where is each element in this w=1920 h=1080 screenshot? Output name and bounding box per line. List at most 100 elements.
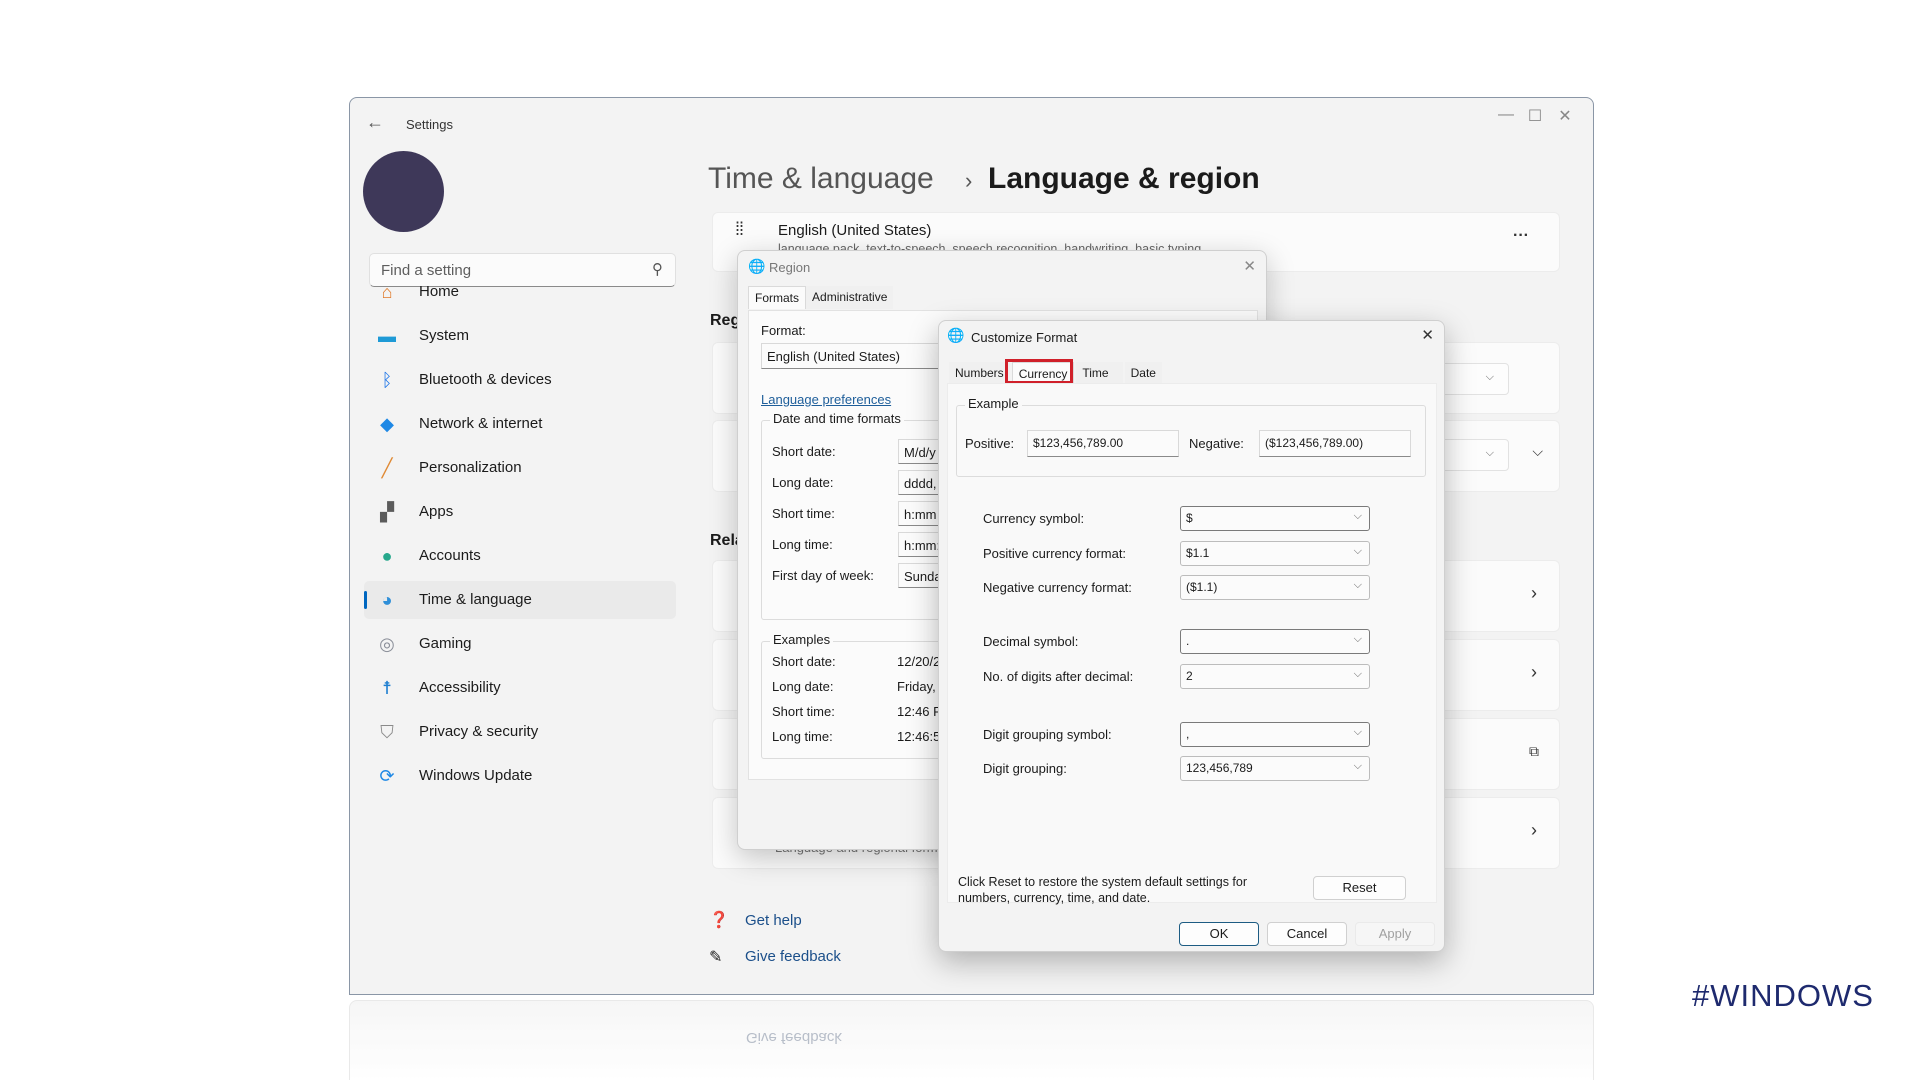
account-icon: ●: [381, 545, 393, 566]
currency-setting-label: No. of digits after decimal:: [983, 669, 1134, 684]
dropdown-value: $: [1186, 511, 1193, 525]
brand-tag: #WINDOWS: [1692, 978, 1874, 1013]
currency-setting-label: Negative currency format:: [983, 580, 1132, 595]
sidebar-item-accounts[interactable]: ● Accounts: [364, 537, 676, 575]
sidebar-item-label: Accounts: [419, 547, 481, 564]
currency-setting-label: Positive currency format:: [983, 546, 1127, 561]
sidebar-item-home[interactable]: ⌂ Home: [364, 273, 676, 311]
region-tabs: Formats Administrative: [748, 286, 894, 309]
currency-setting-dropdown[interactable]: 123,456,789 ⌵: [1180, 756, 1370, 781]
language-preferences-link[interactable]: Language preferences: [761, 392, 891, 407]
tab-date[interactable]: Date: [1124, 362, 1162, 385]
more-options-icon[interactable]: ···: [1513, 227, 1529, 245]
example-row-label: Short time:: [772, 704, 835, 719]
expand-chevron-icon[interactable]: ⌵: [1532, 443, 1543, 460]
example-row-label: Long time:: [772, 729, 833, 744]
currency-setting-dropdown[interactable]: 2 ⌵: [1180, 664, 1370, 689]
close-icon[interactable]: ✕: [1243, 257, 1256, 275]
currency-setting-label: Currency symbol:: [983, 511, 1085, 526]
apply-button[interactable]: Apply: [1355, 922, 1435, 946]
chevron-right-icon: ›: [1531, 662, 1537, 682]
gamepad-icon: ◎: [379, 633, 395, 654]
brush-icon: ╱: [381, 457, 393, 478]
sidebar-item-gaming[interactable]: ◎ Gaming: [364, 625, 676, 663]
format-row-label: First day of week:: [772, 568, 874, 583]
customize-dialog-title: Customize Format: [971, 330, 1078, 345]
avatar[interactable]: [363, 151, 444, 232]
sidebar-item-label: Windows Update: [419, 767, 533, 784]
currency-setting-dropdown[interactable]: $1.1 ⌵: [1180, 541, 1370, 566]
currency-panel: Example Positive: $123,456,789.00 Negati…: [947, 383, 1437, 905]
shield-icon: ⛉: [380, 721, 394, 742]
sidebar-item-bluetooth-devices[interactable]: ᛒ Bluetooth & devices: [364, 361, 676, 399]
sidebar-item-label: Bluetooth & devices: [419, 371, 552, 388]
chevron-right-icon: ›: [1531, 583, 1537, 603]
chevron-down-icon: ⌵: [1485, 447, 1494, 459]
feedback-icon: ✎: [709, 949, 723, 966]
currency-setting-label: Decimal symbol:: [983, 634, 1079, 649]
window-reflection: Give feedback: [349, 1000, 1594, 1080]
wifi-icon: ◆: [380, 413, 394, 434]
currency-setting-dropdown[interactable]: , ⌵: [1180, 722, 1370, 747]
currency-setting-dropdown[interactable]: ($1.1) ⌵: [1180, 575, 1370, 600]
tab-time[interactable]: Time: [1076, 362, 1123, 385]
negative-label: Negative:: [1189, 436, 1244, 451]
example-row-value: 12:46:5: [897, 729, 941, 744]
sidebar-item-system[interactable]: ▬ System: [364, 317, 676, 355]
reset-note: Click Reset to restore the system defaul…: [958, 875, 1248, 905]
dropdown-value: 2: [1186, 669, 1193, 683]
give-feedback-link[interactable]: Give feedback: [745, 948, 841, 965]
currency-setting-label: Digit grouping symbol:: [983, 727, 1112, 742]
example-row-value: 12/20/2: [897, 654, 941, 669]
drag-handle-icon[interactable]: ⁞⁞: [735, 220, 744, 238]
sidebar-item-time-language[interactable]: ◕ Time & language: [364, 581, 676, 619]
format-row-label: Short time:: [772, 506, 835, 521]
currency-setting-dropdown[interactable]: . ⌵: [1180, 629, 1370, 654]
example-row-value: Friday,: [897, 679, 936, 694]
sidebar-item-label: Network & internet: [419, 415, 543, 432]
example-row-value: 12:46 P: [897, 704, 942, 719]
sidebar-item-privacy-security[interactable]: ⛉ Privacy & security: [364, 713, 676, 751]
sidebar-item-label: Home: [419, 283, 460, 300]
sidebar-item-network-internet[interactable]: ◆ Network & internet: [364, 405, 676, 443]
chevron-down-icon: ⌵: [1353, 510, 1362, 522]
sidebar-item-label: Personalization: [419, 459, 522, 476]
positive-label: Positive:: [965, 436, 1015, 451]
dropdown-value: $1.1: [1186, 546, 1210, 560]
chevron-down-icon: ⌵: [1353, 633, 1362, 645]
sidebar-item-windows-update[interactable]: ⟳ Windows Update: [364, 757, 676, 795]
get-help-link[interactable]: Get help: [745, 912, 802, 929]
back-arrow-icon[interactable]: ←: [366, 112, 384, 133]
sidebar-item-personalization[interactable]: ╱ Personalization: [364, 449, 676, 487]
chevron-down-icon: ⌵: [1353, 668, 1362, 680]
format-row-label: Short date:: [772, 444, 836, 459]
sidebar-item-accessibility[interactable]: ☨ Accessibility: [364, 669, 676, 707]
close-button[interactable]: ✕: [1545, 106, 1585, 126]
cancel-button[interactable]: Cancel: [1267, 922, 1347, 946]
sidebar-item-label: Apps: [419, 503, 454, 520]
dropdown-value: 123,456,789: [1186, 761, 1253, 775]
dropdown-value: ($1.1): [1186, 580, 1218, 594]
tab-administrative[interactable]: Administrative: [806, 286, 894, 309]
currency-tab-highlight: [1005, 359, 1073, 384]
sidebar-item-apps[interactable]: ▞ Apps: [364, 493, 676, 531]
close-icon[interactable]: ✕: [1421, 326, 1434, 344]
ok-button[interactable]: OK: [1179, 922, 1259, 946]
sidebar-item-label: Gaming: [419, 635, 472, 652]
chevron-down-icon: ⌵: [1353, 579, 1362, 591]
chevron-down-icon: ⌵: [1353, 726, 1362, 738]
currency-setting-dropdown[interactable]: $ ⌵: [1180, 506, 1370, 531]
reset-button[interactable]: Reset: [1313, 876, 1406, 900]
tab-formats[interactable]: Formats: [748, 286, 807, 309]
breadcrumb-parent[interactable]: Time & language: [708, 162, 934, 196]
dropdown-value: ,: [1186, 727, 1190, 741]
format-select[interactable]: English (United States): [761, 343, 961, 369]
negative-example: ($123,456,789.00): [1259, 430, 1411, 457]
apps-icon: ▞: [380, 501, 394, 522]
sidebar-item-label: System: [419, 327, 470, 344]
format-row-label: Long date:: [772, 475, 834, 490]
example-row-label: Long date:: [772, 679, 834, 694]
home-icon: ⌂: [381, 281, 393, 302]
tab-numbers[interactable]: Numbers: [949, 362, 1010, 385]
positive-example: $123,456,789.00: [1027, 430, 1179, 457]
